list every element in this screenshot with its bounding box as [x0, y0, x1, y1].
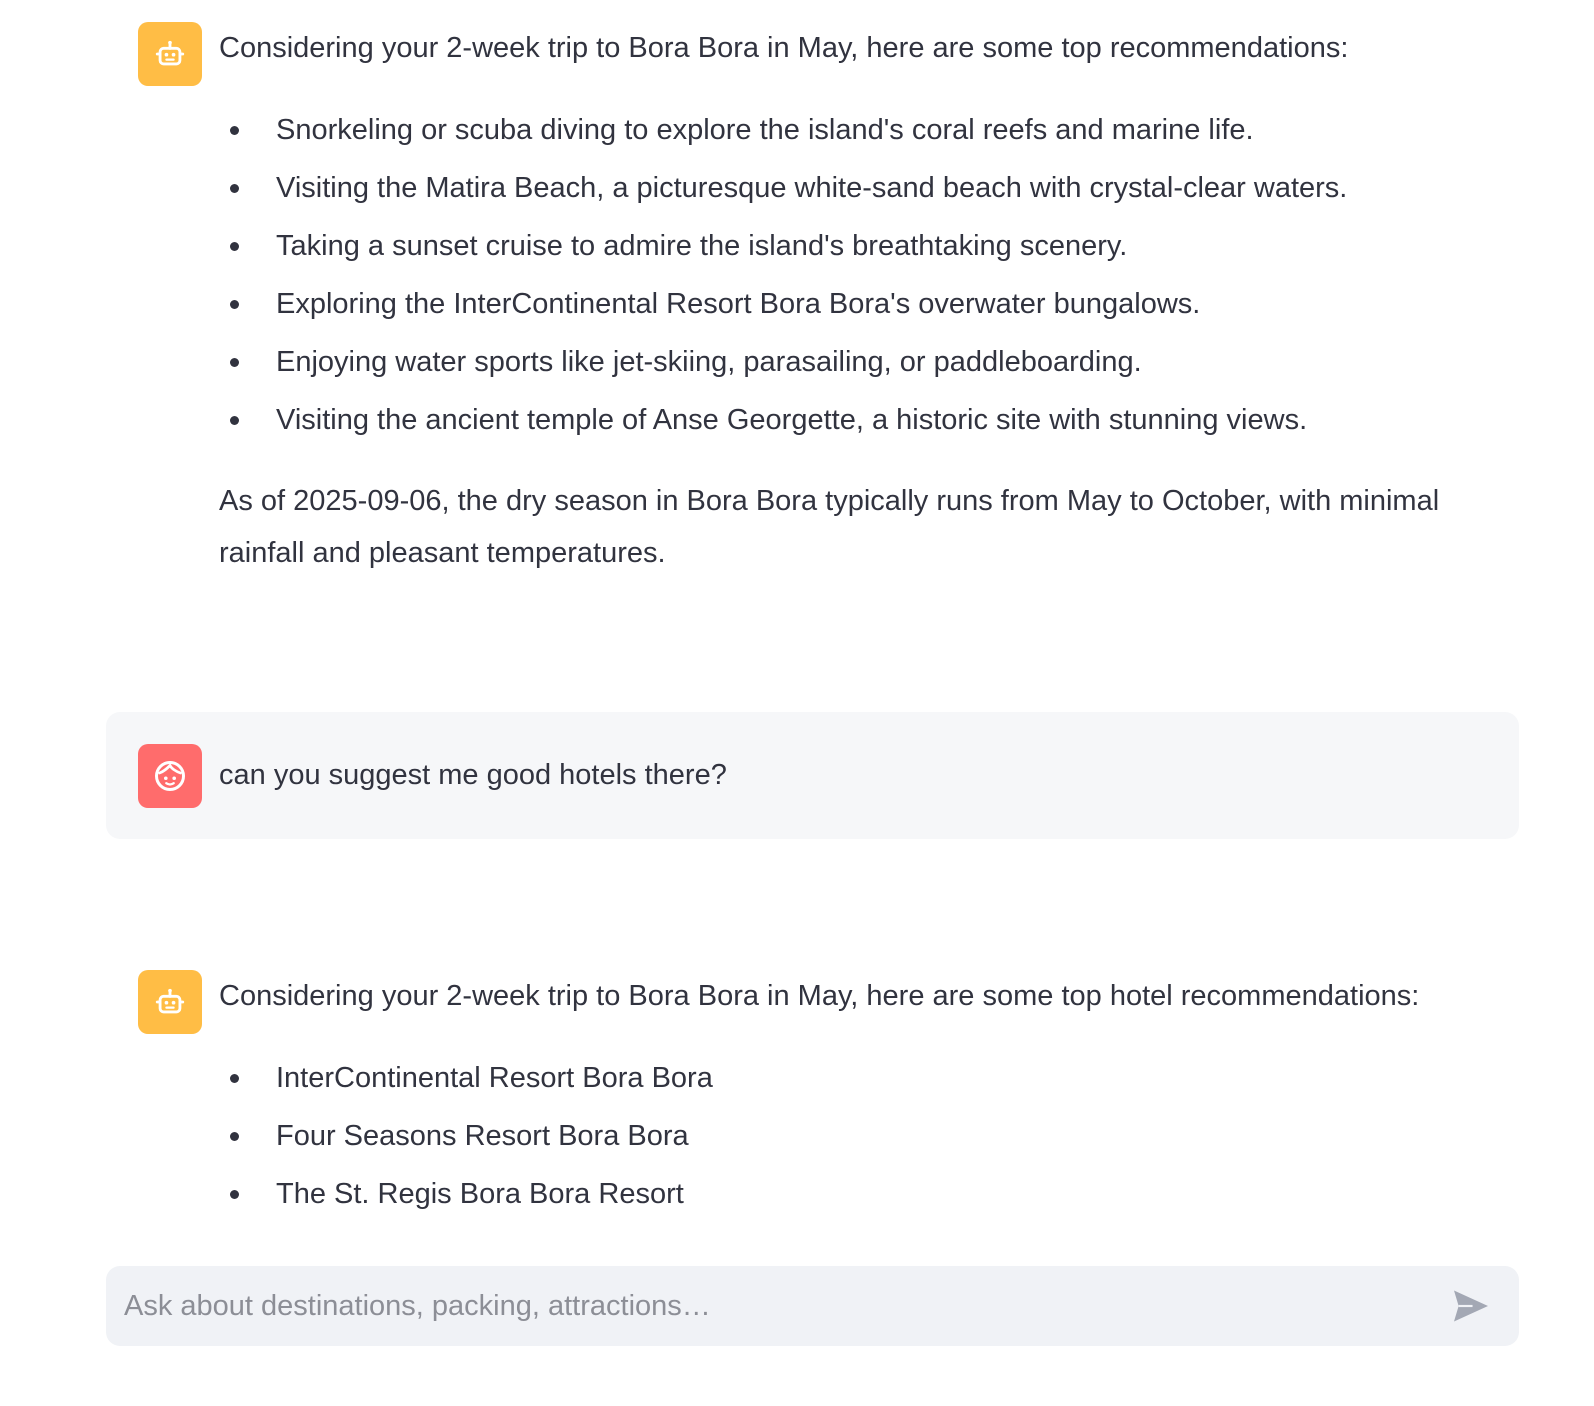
user-message: can you suggest me good hotels there?	[106, 712, 1519, 839]
list-item-text: Four Seasons Resort Bora Bora	[276, 1120, 689, 1152]
chat-page: Considering your 2-week trip to Bora Bor…	[0, 0, 1594, 1406]
message-intro: Considering your 2-week trip to Bora Bor…	[219, 32, 1349, 64]
message-paragraph: As of 2025-09-06, the dry season in Bora…	[219, 485, 1440, 569]
list-item-text: Exploring the InterContinental Resort Bo…	[276, 288, 1201, 320]
assistant-avatar	[138, 22, 202, 86]
list-item: Visiting the Matira Beach, a picturesque…	[219, 159, 1489, 217]
user-avatar	[138, 744, 202, 808]
list-item: The St. Regis Bora Bora Resort	[219, 1165, 1489, 1223]
list-item: InterContinental Resort Bora Bora	[219, 1049, 1489, 1107]
bullet-icon	[230, 1074, 239, 1083]
list-item-text: Visiting the Matira Beach, a picturesque…	[276, 172, 1348, 204]
list-item: Exploring the InterContinental Resort Bo…	[219, 275, 1489, 333]
list-item-text: InterContinental Resort Bora Bora	[276, 1062, 713, 1094]
assistant-message: Considering your 2-week trip to Bora Bor…	[106, 960, 1519, 1230]
bullet-icon	[230, 300, 239, 309]
send-icon	[1454, 1290, 1488, 1322]
face-icon	[155, 761, 185, 791]
bullet-icon	[230, 126, 239, 135]
list-item: Taking a sunset cruise to admire the isl…	[219, 217, 1489, 275]
list-item: Enjoying water sports like jet-skiing, p…	[219, 333, 1489, 391]
send-button[interactable]	[1449, 1286, 1493, 1326]
chat-input[interactable]	[124, 1266, 1424, 1346]
list-item: Snorkeling or scuba diving to explore th…	[219, 101, 1489, 159]
bullet-icon	[230, 358, 239, 367]
robot-icon	[155, 40, 185, 66]
assistant-message: Considering your 2-week trip to Bora Bor…	[106, 12, 1519, 632]
recommendation-list: Snorkeling or scuba diving to explore th…	[219, 101, 1489, 449]
chat-input-bar	[106, 1266, 1519, 1346]
bullet-icon	[230, 1132, 239, 1141]
bullet-icon	[230, 416, 239, 425]
list-item-text: Taking a sunset cruise to admire the isl…	[276, 230, 1128, 262]
message-intro: Considering your 2-week trip to Bora Bor…	[219, 980, 1420, 1012]
list-item-text: Enjoying water sports like jet-skiing, p…	[276, 346, 1142, 378]
user-message-content: can you suggest me good hotels there?	[219, 749, 1489, 801]
list-item-text: Visiting the ancient temple of Anse Geor…	[276, 404, 1308, 436]
assistant-avatar	[138, 970, 202, 1034]
hotel-list: InterContinental Resort Bora Bora Four S…	[219, 1049, 1489, 1223]
assistant-message-content: Considering your 2-week trip to Bora Bor…	[219, 22, 1489, 579]
bullet-icon	[230, 1190, 239, 1199]
list-item: Four Seasons Resort Bora Bora	[219, 1107, 1489, 1165]
list-item: Visiting the ancient temple of Anse Geor…	[219, 391, 1489, 449]
list-item-text: Snorkeling or scuba diving to explore th…	[276, 114, 1254, 146]
robot-icon	[155, 988, 185, 1014]
list-item-text: The St. Regis Bora Bora Resort	[276, 1178, 684, 1210]
user-message-text: can you suggest me good hotels there?	[219, 759, 727, 791]
bullet-icon	[230, 242, 239, 251]
assistant-message-content: Considering your 2-week trip to Bora Bor…	[219, 970, 1489, 1223]
bullet-icon	[230, 184, 239, 193]
